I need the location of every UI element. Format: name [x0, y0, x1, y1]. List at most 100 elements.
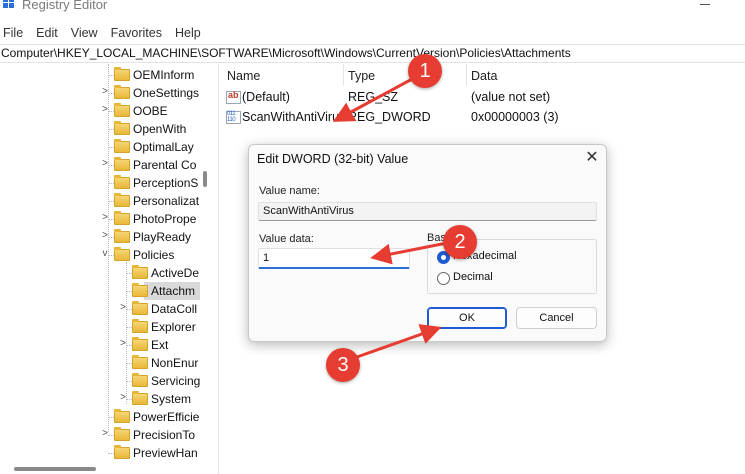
- tree-node-label: OpenWith: [133, 122, 187, 136]
- chevron-right-icon[interactable]: >: [100, 428, 110, 440]
- tree-node-label: OOBE: [133, 104, 168, 118]
- radio-decimal-label: Decimal: [453, 271, 493, 283]
- edit-dword-dialog: Edit DWORD (32-bit) Value ✕ Value name: …: [248, 144, 607, 342]
- cancel-button[interactable]: Cancel: [516, 307, 597, 329]
- dword-value-icon: [226, 111, 241, 124]
- tree-node-label: Personalizat: [133, 194, 200, 208]
- chevron-right-icon[interactable]: >: [100, 212, 110, 224]
- tree-node[interactable]: OEMInform: [0, 66, 200, 84]
- value-row[interactable]: (Default) REG_SZ (value not set): [220, 88, 745, 107]
- tree-node[interactable]: Explorer: [0, 318, 200, 336]
- value-type: REG_DWORD: [348, 110, 431, 124]
- chevron-right-icon[interactable]: >: [118, 302, 128, 314]
- tree-node-label: Policies: [133, 248, 175, 262]
- tree-node-label: Servicing: [151, 374, 201, 388]
- menu-help[interactable]: Help: [172, 24, 211, 42]
- folder-icon: [114, 445, 130, 459]
- tree-node[interactable]: > OneSettings: [0, 84, 200, 102]
- value-name: (Default): [242, 90, 290, 104]
- tree-node-label: Attachm: [151, 284, 196, 298]
- menu-file[interactable]: File: [0, 24, 33, 42]
- tree-node-label: Parental Co: [133, 158, 197, 172]
- tree-node[interactable]: PreviewHan: [0, 444, 200, 462]
- tree-node-label: PowerEfficie: [133, 410, 200, 424]
- chevron-down-icon[interactable]: v: [100, 248, 110, 260]
- tree-node[interactable]: PerceptionS: [0, 174, 200, 192]
- tree-node-label: OptimalLay: [133, 140, 194, 154]
- folder-icon: [114, 229, 130, 243]
- tree-node[interactable]: Attachm: [0, 282, 200, 300]
- menu-favorites[interactable]: Favorites: [108, 24, 172, 42]
- tree-node[interactable]: > OOBE: [0, 102, 200, 120]
- tree-node-label: PerceptionS: [133, 176, 199, 190]
- tree-node[interactable]: PowerEfficie: [0, 408, 200, 426]
- tree-node[interactable]: Personalizat: [0, 192, 200, 210]
- column-header-name[interactable]: Name: [227, 69, 260, 83]
- tree-node[interactable]: > PlayReady: [0, 228, 200, 246]
- value-data-input[interactable]: 1: [258, 248, 410, 269]
- folder-icon: [132, 373, 148, 387]
- chevron-right-icon[interactable]: >: [118, 392, 128, 404]
- tree-node-label: ActiveDe: [151, 266, 200, 280]
- chevron-right-icon[interactable]: >: [118, 338, 128, 350]
- tree-node[interactable]: > System: [0, 390, 200, 408]
- tree-node-label: System: [151, 392, 192, 406]
- tree-node-label: PreviewHan: [133, 446, 198, 460]
- dialog-title: Edit DWORD (32-bit) Value: [257, 152, 409, 166]
- chevron-right-icon[interactable]: >: [100, 104, 110, 116]
- tree-node-label: OneSettings: [133, 86, 200, 100]
- tree-horizontal-scrollbar[interactable]: [14, 467, 96, 471]
- folder-icon: [132, 391, 148, 405]
- value-name: ScanWithAntiVirus: [242, 110, 346, 124]
- folder-icon: [132, 337, 148, 351]
- menu-bar: File Edit View Favorites Help: [0, 24, 211, 42]
- tree-node-label: PhotoPrope: [133, 212, 197, 226]
- folder-icon: [132, 355, 148, 369]
- folder-icon: [132, 265, 148, 279]
- close-icon[interactable]: ✕: [583, 149, 601, 167]
- folder-icon: [114, 175, 130, 189]
- folder-icon: [114, 247, 130, 261]
- value-data: 0x00000003 (3): [471, 110, 559, 124]
- chevron-right-icon[interactable]: >: [100, 158, 110, 170]
- folder-icon: [114, 85, 130, 99]
- tree-node[interactable]: Servicing: [0, 372, 200, 390]
- ok-button[interactable]: OK: [427, 307, 507, 329]
- annotation-badge-2: 2: [443, 225, 477, 259]
- chevron-right-icon[interactable]: >: [100, 86, 110, 98]
- radio-unchecked-icon: [437, 272, 450, 285]
- tree-node[interactable]: OptimalLay: [0, 138, 200, 156]
- menu-view[interactable]: View: [68, 24, 108, 42]
- tree-node[interactable]: > PhotoPrope: [0, 210, 200, 228]
- folder-icon: [132, 301, 148, 315]
- registry-editor-app-icon: [3, 0, 17, 13]
- tree-node[interactable]: ActiveDe: [0, 264, 200, 282]
- column-header-type[interactable]: Type: [348, 69, 375, 83]
- tree-node[interactable]: > PrecisionTo: [0, 426, 200, 444]
- value-row[interactable]: ScanWithAntiVirus REG_DWORD 0x00000003 (…: [220, 108, 745, 127]
- title-bar: Registry Editor: [0, 0, 745, 20]
- address-bar[interactable]: Computer\HKEY_LOCAL_MACHINE\SOFTWARE\Mic…: [0, 44, 745, 63]
- column-header-data[interactable]: Data: [471, 69, 497, 83]
- chevron-right-icon[interactable]: >: [100, 230, 110, 242]
- tree-node[interactable]: > DataColl: [0, 300, 200, 318]
- menu-edit[interactable]: Edit: [33, 24, 68, 42]
- value-data: (value not set): [471, 90, 551, 104]
- folder-icon: [114, 157, 130, 171]
- tree-node[interactable]: > Ext: [0, 336, 200, 354]
- tree-node-label: DataColl: [151, 302, 198, 316]
- folder-icon: [114, 139, 130, 153]
- tree-node[interactable]: OpenWith: [0, 120, 200, 138]
- pane-splitter[interactable]: [218, 64, 219, 474]
- value-type: REG_SZ: [348, 90, 399, 104]
- value-data-label: Value data:: [259, 233, 314, 245]
- string-value-icon: [226, 90, 241, 104]
- folder-icon: [114, 427, 130, 441]
- tree-vertical-scrollbar[interactable]: [203, 171, 207, 187]
- tree-node[interactable]: v Policies: [0, 246, 200, 264]
- minimize-button[interactable]: [700, 4, 710, 5]
- key-tree: OEMInform > OneSettings > OOBE OpenWith Optima…: [0, 64, 213, 474]
- tree-node[interactable]: NonEnur: [0, 354, 200, 372]
- tree-node[interactable]: > Parental Co: [0, 156, 200, 174]
- folder-icon: [132, 319, 148, 333]
